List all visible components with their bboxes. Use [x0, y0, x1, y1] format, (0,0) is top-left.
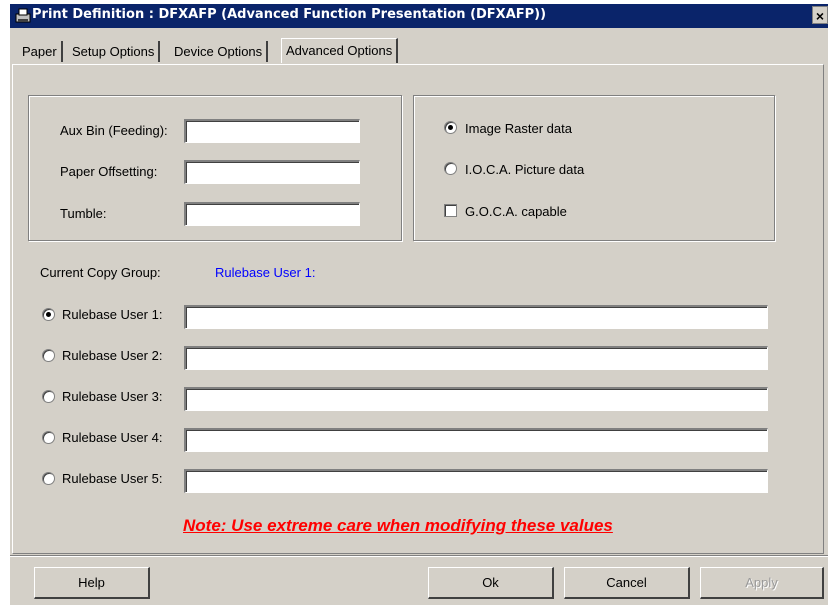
tab-advanced-options-label: Advanced Options	[286, 43, 393, 58]
tumble-input[interactable]	[184, 202, 360, 226]
rulebase-user-1-input[interactable]	[184, 305, 768, 329]
tab-setup-options-label: Setup Options	[72, 44, 155, 59]
footer-divider	[10, 555, 828, 557]
print-definition-dialog: Print Definition : DFXAFP (Advanced Func…	[10, 4, 828, 605]
goca-capable-label[interactable]: G.O.C.A. capable	[465, 204, 567, 219]
apply-button[interactable]: Apply	[700, 567, 824, 599]
rulebase-user-5-radio[interactable]	[42, 472, 55, 485]
rulebase-user-4-radio[interactable]	[42, 431, 55, 444]
rulebase-user-2-radio[interactable]	[42, 349, 55, 362]
ok-button[interactable]: Ok	[428, 567, 554, 599]
rulebase-user-2-label[interactable]: Rulebase User 2:	[62, 348, 162, 363]
tab-device-options-label: Device Options	[174, 44, 263, 59]
help-button[interactable]: Help	[34, 567, 150, 599]
image-raster-label[interactable]: Image Raster data	[465, 121, 572, 136]
rulebase-user-4-label[interactable]: Rulebase User 4:	[62, 430, 162, 445]
rulebase-user-3-label[interactable]: Rulebase User 3:	[62, 389, 162, 404]
tab-setup-options[interactable]: Setup Options	[68, 41, 161, 62]
warning-note: Note: Use extreme care when modifying th…	[183, 516, 613, 535]
rulebase-user-3-radio[interactable]	[42, 390, 55, 403]
tumble-label: Tumble:	[60, 206, 107, 221]
image-raster-radio[interactable]	[444, 121, 457, 134]
current-copy-group-label: Current Copy Group:	[40, 265, 161, 280]
rulebase-user-5-input[interactable]	[184, 469, 768, 493]
apply-button-label: Apply	[745, 575, 778, 590]
ok-button-label: Ok	[482, 575, 499, 590]
close-icon: ×	[815, 8, 825, 24]
tab-strip: Paper Setup Options Device Options Advan…	[10, 38, 828, 64]
aux-bin-label: Aux Bin (Feeding):	[60, 123, 168, 138]
paper-offsetting-label: Paper Offsetting:	[60, 164, 158, 179]
help-button-label: Help	[78, 575, 105, 590]
cancel-button-label: Cancel	[606, 575, 647, 590]
rulebase-user-3-input[interactable]	[184, 387, 768, 411]
rulebase-user-1-radio[interactable]	[42, 308, 55, 321]
tab-advanced-options[interactable]: Advanced Options	[281, 38, 399, 63]
tab-paper-label: Paper	[22, 44, 57, 59]
current-copy-group-value: Rulebase User 1:	[215, 265, 316, 280]
paper-offsetting-input[interactable]	[184, 160, 360, 184]
rulebase-user-5-label[interactable]: Rulebase User 5:	[62, 471, 162, 486]
printer-app-icon	[15, 8, 31, 23]
ioca-picture-label[interactable]: I.O.C.A. Picture data	[465, 162, 584, 177]
rulebase-user-4-input[interactable]	[184, 428, 768, 452]
aux-bin-input[interactable]	[184, 119, 360, 143]
ioca-picture-radio[interactable]	[444, 162, 457, 175]
cancel-button[interactable]: Cancel	[564, 567, 690, 599]
tab-device-options[interactable]: Device Options	[170, 41, 269, 62]
goca-capable-checkbox[interactable]	[444, 204, 457, 217]
rulebase-user-1-label[interactable]: Rulebase User 1:	[62, 307, 162, 322]
window-title: Print Definition : DFXAFP (Advanced Func…	[32, 7, 547, 22]
title-bar[interactable]: Print Definition : DFXAFP (Advanced Func…	[10, 4, 828, 28]
close-button[interactable]: ×	[812, 6, 828, 24]
rulebase-user-2-input[interactable]	[184, 346, 768, 370]
tab-paper[interactable]: Paper	[18, 41, 63, 62]
